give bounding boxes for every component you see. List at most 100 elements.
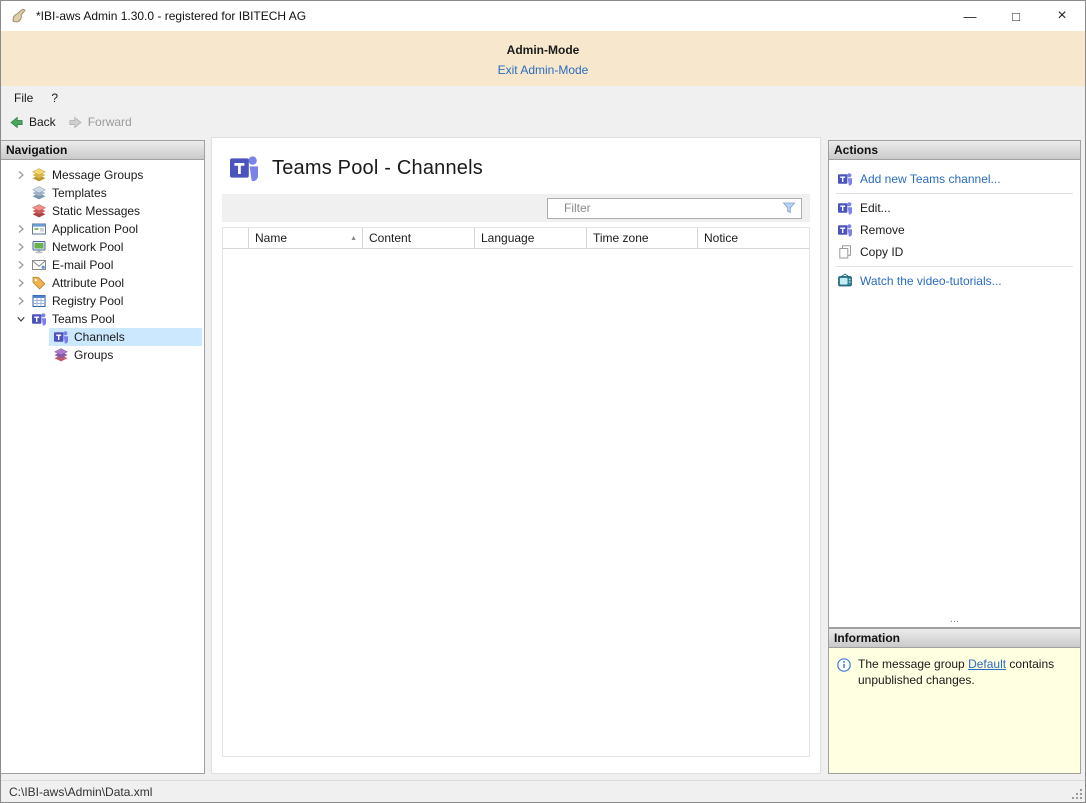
nav-item-label: Templates bbox=[52, 186, 107, 200]
nav-item-network-pool[interactable]: Network Pool bbox=[1, 238, 204, 256]
filter-input[interactable] bbox=[548, 201, 781, 215]
column-header-content[interactable]: Content bbox=[362, 228, 474, 248]
app-icon bbox=[10, 7, 28, 25]
column-header-timezone[interactable]: Time zone bbox=[586, 228, 697, 248]
panel-splitter-handle[interactable]: ... bbox=[829, 617, 1080, 627]
nav-item-label: Groups bbox=[74, 348, 113, 362]
email-pool-icon bbox=[31, 257, 47, 273]
navigation-tree: Message Groups Templates Static Messages… bbox=[1, 160, 204, 364]
nav-item-static-messages[interactable]: Static Messages bbox=[1, 202, 204, 220]
nav-item-teams-pool[interactable]: Teams Pool bbox=[1, 310, 204, 328]
navigation-header: Navigation bbox=[1, 141, 204, 160]
chevron-right-icon[interactable] bbox=[15, 238, 27, 256]
teams-edit-icon bbox=[837, 200, 853, 216]
navigation-panel: Navigation Message Groups Templates Stat… bbox=[1, 140, 205, 774]
action-label: Watch the video-tutorials... bbox=[860, 274, 1002, 288]
table-header: Name ▲ Content Language Time zone Notice bbox=[223, 228, 809, 249]
nav-item-label: Network Pool bbox=[52, 240, 123, 254]
chevron-spacer bbox=[15, 346, 49, 364]
attribute-pool-icon bbox=[31, 275, 47, 291]
default-group-link[interactable]: Default bbox=[968, 657, 1006, 671]
page-title-block: Teams Pool - Channels bbox=[212, 138, 820, 184]
watch-video-tutorials-action[interactable]: Watch the video-tutorials... bbox=[829, 270, 1080, 292]
application-pool-icon bbox=[31, 221, 47, 237]
menu-help[interactable]: ? bbox=[42, 86, 67, 110]
chevron-right-icon[interactable] bbox=[15, 292, 27, 310]
remove-action[interactable]: Remove bbox=[829, 219, 1080, 241]
nav-item-email-pool[interactable]: E-mail Pool bbox=[1, 256, 204, 274]
admin-mode-banner: Admin-Mode Exit Admin-Mode bbox=[1, 31, 1085, 86]
add-teams-channel-action[interactable]: Add new Teams channel... bbox=[829, 168, 1080, 190]
admin-mode-title: Admin-Mode bbox=[1, 31, 1085, 57]
column-header-language[interactable]: Language bbox=[474, 228, 586, 248]
toolbar: Back Forward bbox=[1, 110, 1085, 134]
chevron-spacer bbox=[15, 184, 27, 202]
teams-pool-icon bbox=[31, 311, 47, 327]
nav-item-groups[interactable]: Groups bbox=[1, 346, 204, 364]
forward-arrow-icon bbox=[68, 115, 83, 130]
information-message: The message group Default contains unpub… bbox=[858, 657, 1073, 689]
edit-action[interactable]: Edit... bbox=[829, 197, 1080, 219]
copy-icon bbox=[837, 244, 853, 260]
status-bar: C:\IBI-aws\Admin\Data.xml bbox=[1, 780, 1085, 802]
nav-item-label: Static Messages bbox=[52, 204, 140, 218]
information-body: The message group Default contains unpub… bbox=[829, 648, 1080, 698]
action-label: Add new Teams channel... bbox=[860, 172, 1001, 186]
table-body-empty bbox=[223, 249, 809, 756]
nav-item-message-groups[interactable]: Message Groups bbox=[1, 166, 204, 184]
actions-separator bbox=[836, 266, 1073, 267]
app-window: *IBI-aws Admin 1.30.0 - registered for I… bbox=[0, 0, 1086, 803]
nav-item-label: Registry Pool bbox=[52, 294, 123, 308]
forward-button[interactable]: Forward bbox=[68, 115, 132, 130]
teams-icon bbox=[228, 152, 260, 184]
maximize-button[interactable]: □ bbox=[993, 1, 1039, 31]
back-button[interactable]: Back bbox=[9, 115, 56, 130]
nav-item-application-pool[interactable]: Application Pool bbox=[1, 220, 204, 238]
network-pool-icon bbox=[31, 239, 47, 255]
nav-item-channels[interactable]: Channels bbox=[1, 328, 204, 346]
chevron-spacer bbox=[15, 328, 49, 346]
info-icon bbox=[836, 657, 852, 673]
teams-channel-icon bbox=[53, 329, 69, 345]
window-controls: — □ × bbox=[947, 1, 1085, 31]
teams-remove-icon bbox=[837, 222, 853, 238]
resize-grip[interactable] bbox=[1070, 787, 1083, 800]
information-header: Information bbox=[829, 629, 1080, 648]
nav-item-label: E-mail Pool bbox=[52, 258, 113, 272]
information-panel: Information The message group Default co… bbox=[828, 628, 1081, 774]
chevron-right-icon[interactable] bbox=[15, 220, 27, 238]
chevron-right-icon[interactable] bbox=[15, 166, 27, 184]
chevron-right-icon[interactable] bbox=[15, 274, 27, 292]
exit-admin-mode-link[interactable]: Exit Admin-Mode bbox=[498, 63, 589, 77]
action-label: Remove bbox=[860, 223, 905, 237]
filter-band bbox=[222, 194, 810, 222]
close-button[interactable]: × bbox=[1039, 1, 1085, 31]
menu-bar: File ? bbox=[1, 86, 1085, 110]
chevron-right-icon[interactable] bbox=[15, 256, 27, 274]
nav-item-label: Application Pool bbox=[52, 222, 138, 236]
static-messages-icon bbox=[31, 203, 47, 219]
tv-icon bbox=[837, 273, 853, 289]
menu-file[interactable]: File bbox=[5, 86, 42, 110]
minimize-button[interactable]: — bbox=[947, 1, 993, 31]
back-label: Back bbox=[29, 115, 56, 129]
filter-box bbox=[547, 198, 802, 219]
column-header-notice[interactable]: Notice bbox=[697, 228, 809, 248]
chevron-down-icon[interactable] bbox=[15, 310, 27, 328]
filter-funnel-icon[interactable] bbox=[781, 200, 797, 216]
copy-id-action[interactable]: Copy ID bbox=[829, 241, 1080, 263]
content-panel: Teams Pool - Channels Name ▲ Content Lan… bbox=[211, 137, 821, 774]
page-title: Teams Pool - Channels bbox=[272, 157, 483, 180]
nav-item-label: Attribute Pool bbox=[52, 276, 124, 290]
title-bar: *IBI-aws Admin 1.30.0 - registered for I… bbox=[1, 1, 1085, 31]
actions-list: Add new Teams channel... Edit... Remove … bbox=[829, 160, 1080, 292]
action-label: Copy ID bbox=[860, 245, 903, 259]
column-header-name[interactable]: Name ▲ bbox=[248, 228, 362, 248]
column-spacer bbox=[223, 228, 248, 248]
status-bar-path: C:\IBI-aws\Admin\Data.xml bbox=[9, 785, 152, 799]
nav-item-registry-pool[interactable]: Registry Pool bbox=[1, 292, 204, 310]
nav-item-attribute-pool[interactable]: Attribute Pool bbox=[1, 274, 204, 292]
teams-add-icon bbox=[837, 171, 853, 187]
nav-item-templates[interactable]: Templates bbox=[1, 184, 204, 202]
registry-pool-icon bbox=[31, 293, 47, 309]
